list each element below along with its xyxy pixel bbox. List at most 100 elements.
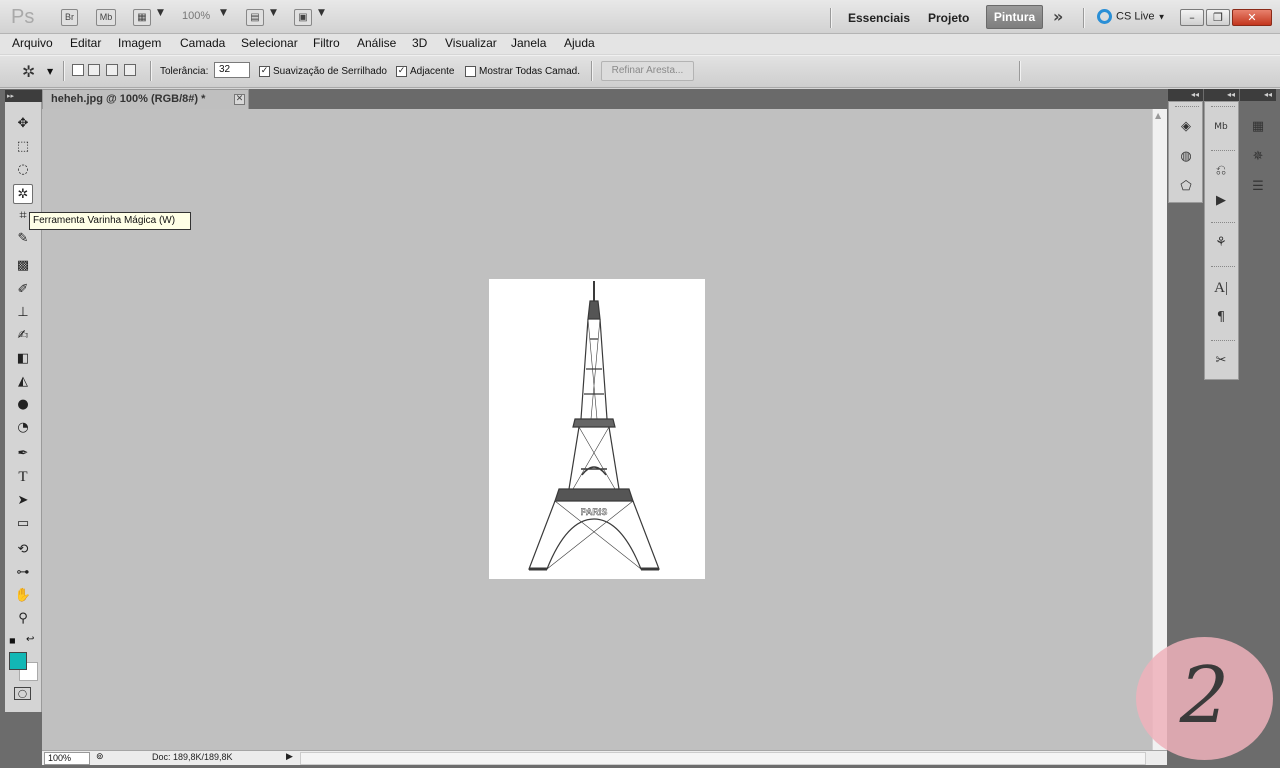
close-tab-icon[interactable]: ✕ [234,94,245,105]
pen-tool-icon[interactable]: ✒ [13,444,33,464]
document-image[interactable]: PARIS [489,279,705,579]
type-tool-icon[interactable]: T [13,467,33,487]
cs-live-icon [1097,9,1112,24]
tolerance-input[interactable]: 32 [214,62,250,78]
path-selection-tool-icon[interactable]: ➤ [13,491,33,511]
panel-grip[interactable] [1175,106,1199,108]
magic-wand-tool-icon[interactable]: ✲ [13,184,33,204]
workspace-projeto[interactable]: Projeto [928,11,969,25]
new-selection-icon[interactable] [72,64,84,76]
panel-collapse-header[interactable]: ◂◂ [1240,89,1276,101]
application-bar: Ps Br Mb ▦ ▼ 100% ▼ ▤ ▼ ▣ ▼ Essenciais P… [0,0,1280,34]
paragraph-icon[interactable]: ¶ [1210,307,1232,329]
menu-filtro[interactable]: Filtro [313,36,340,50]
cs-live-menu[interactable]: CS Live ▼ [1097,9,1166,24]
swap-colors-icon[interactable]: ↩ [26,634,34,645]
minibridge-panel-icon[interactable]: Mb [1210,116,1232,138]
close-button[interactable]: ✕ [1232,9,1272,26]
blur-tool-icon[interactable]: ● [13,395,33,415]
workspace-essenciais[interactable]: Essenciais [848,11,910,25]
menu-visualizar[interactable]: Visualizar [445,36,497,50]
panel-grip[interactable] [1211,340,1235,342]
eyedropper-tool-icon[interactable]: ✎ [13,229,33,249]
document-tab[interactable]: heheh.jpg @ 100% (RGB/8#) * ✕ [42,89,249,109]
view-extras-icon[interactable]: ▦ [133,9,151,26]
panel-grip[interactable] [1211,222,1235,224]
scroll-up-icon[interactable]: ▲ [1155,111,1161,120]
spot-healing-tool-icon[interactable]: ▩ [13,256,33,276]
screen-mode-icon[interactable]: ▣ [294,9,312,26]
bridge-button[interactable]: Br [61,9,78,26]
zoom-level-select[interactable]: 100% [182,10,210,22]
menu-editar[interactable]: Editar [70,36,101,50]
panel-grip[interactable] [1211,266,1235,268]
workspace-pintura[interactable]: Pintura [986,5,1043,29]
menu-3d[interactable]: 3D [412,36,427,50]
lasso-tool-icon[interactable]: ◌ [13,160,33,180]
refine-edge-button[interactable]: Refinar Aresta... [601,61,694,81]
menu-janela[interactable]: Janela [511,36,546,50]
actions-icon[interactable]: ▶ [1210,190,1232,212]
panel-collapse-header[interactable]: ◂◂ [1168,89,1203,101]
menu-camada[interactable]: Camada [180,36,225,50]
swatches-icon[interactable]: ▦ [1247,116,1269,138]
rectangle-tool-icon[interactable]: ▭ [13,514,33,534]
sample-all-layers-checkbox[interactable] [465,66,476,77]
chevron-down-icon[interactable]: ▼ [270,8,277,18]
chevron-down-icon[interactable]: ▼ [318,8,325,18]
3d-rotate-tool-icon[interactable]: ⟲ [13,540,33,560]
foreground-color-swatch[interactable] [9,652,27,670]
restore-button[interactable]: ❐ [1206,9,1230,26]
toolbox-header[interactable]: ▸▸ [5,90,42,102]
menu-ajuda[interactable]: Ajuda [564,36,595,50]
history-icon[interactable]: ⎌ [1210,160,1232,182]
default-colors-icon[interactable]: ◼ [9,636,16,645]
layers-icon[interactable]: ◈ [1175,116,1197,138]
history-brush-tool-icon[interactable]: ✍ [13,326,33,346]
brush-tool-icon[interactable]: ✐ [13,280,33,300]
channels-icon[interactable]: ◍ [1175,146,1197,168]
zoom-tool-icon[interactable]: ⚲ [13,609,33,629]
menu-analise[interactable]: Análise [357,36,396,50]
chevron-down-icon[interactable]: ▼ [157,8,164,18]
horizontal-scrollbar[interactable] [300,752,1146,765]
status-zoom-field[interactable]: 100% [44,752,90,765]
clone-stamp-tool-icon[interactable]: ⊥ [13,303,33,323]
photoshop-logo: Ps [11,6,35,28]
navigator-icon[interactable]: ✵ [1247,146,1269,168]
antialias-checkbox[interactable]: ✓ [259,66,270,77]
contiguous-checkbox[interactable]: ✓ [396,66,407,77]
hand-tool-icon[interactable]: ✋ [13,586,33,606]
divider [1083,8,1085,28]
move-tool-icon[interactable]: ✥ [13,114,33,134]
eraser-tool-icon[interactable]: ◧ [13,349,33,369]
menu-selecionar[interactable]: Selecionar [241,36,298,50]
panel-grip[interactable] [1211,150,1235,152]
minibridge-button[interactable]: Mb [96,9,116,26]
quick-mask-icon[interactable]: ◯ [14,687,31,700]
status-menu-arrow-icon[interactable]: ▶ [286,752,293,762]
3d-orbit-tool-icon[interactable]: ⊶ [13,563,33,583]
paint-bucket-tool-icon[interactable]: ◭ [13,372,33,392]
subtract-from-selection-icon[interactable] [106,64,118,76]
panel-grip[interactable] [1211,106,1235,108]
status-info-icon[interactable]: ⊚ [96,752,104,762]
paths-icon[interactable]: ⬠ [1175,176,1197,198]
menu-imagem[interactable]: Imagem [118,36,161,50]
add-to-selection-icon[interactable] [88,64,100,76]
panel-collapse-header[interactable]: ◂◂ [1204,89,1239,101]
more-workspaces-icon[interactable]: » [1053,7,1063,26]
menu-arquivo[interactable]: Arquivo [12,36,53,50]
arrange-documents-icon[interactable]: ▤ [246,9,264,26]
rectangular-marquee-tool-icon[interactable]: ⬚ [13,137,33,157]
character-icon[interactable]: A| [1210,277,1232,299]
intersect-selection-icon[interactable] [124,64,136,76]
tool-presets-icon[interactable]: ✂ [1210,350,1232,372]
minimize-button[interactable]: – [1180,9,1204,26]
chevron-down-icon[interactable]: ▼ [220,8,227,18]
adjustments-icon[interactable]: ☰ [1247,176,1269,198]
magic-wand-preset-icon[interactable]: ✲ [22,62,35,81]
chevron-down-icon[interactable]: ▼ [47,67,53,76]
dodge-tool-icon[interactable]: ◔ [13,418,33,438]
clone-source-icon[interactable]: ⚘ [1210,232,1232,254]
